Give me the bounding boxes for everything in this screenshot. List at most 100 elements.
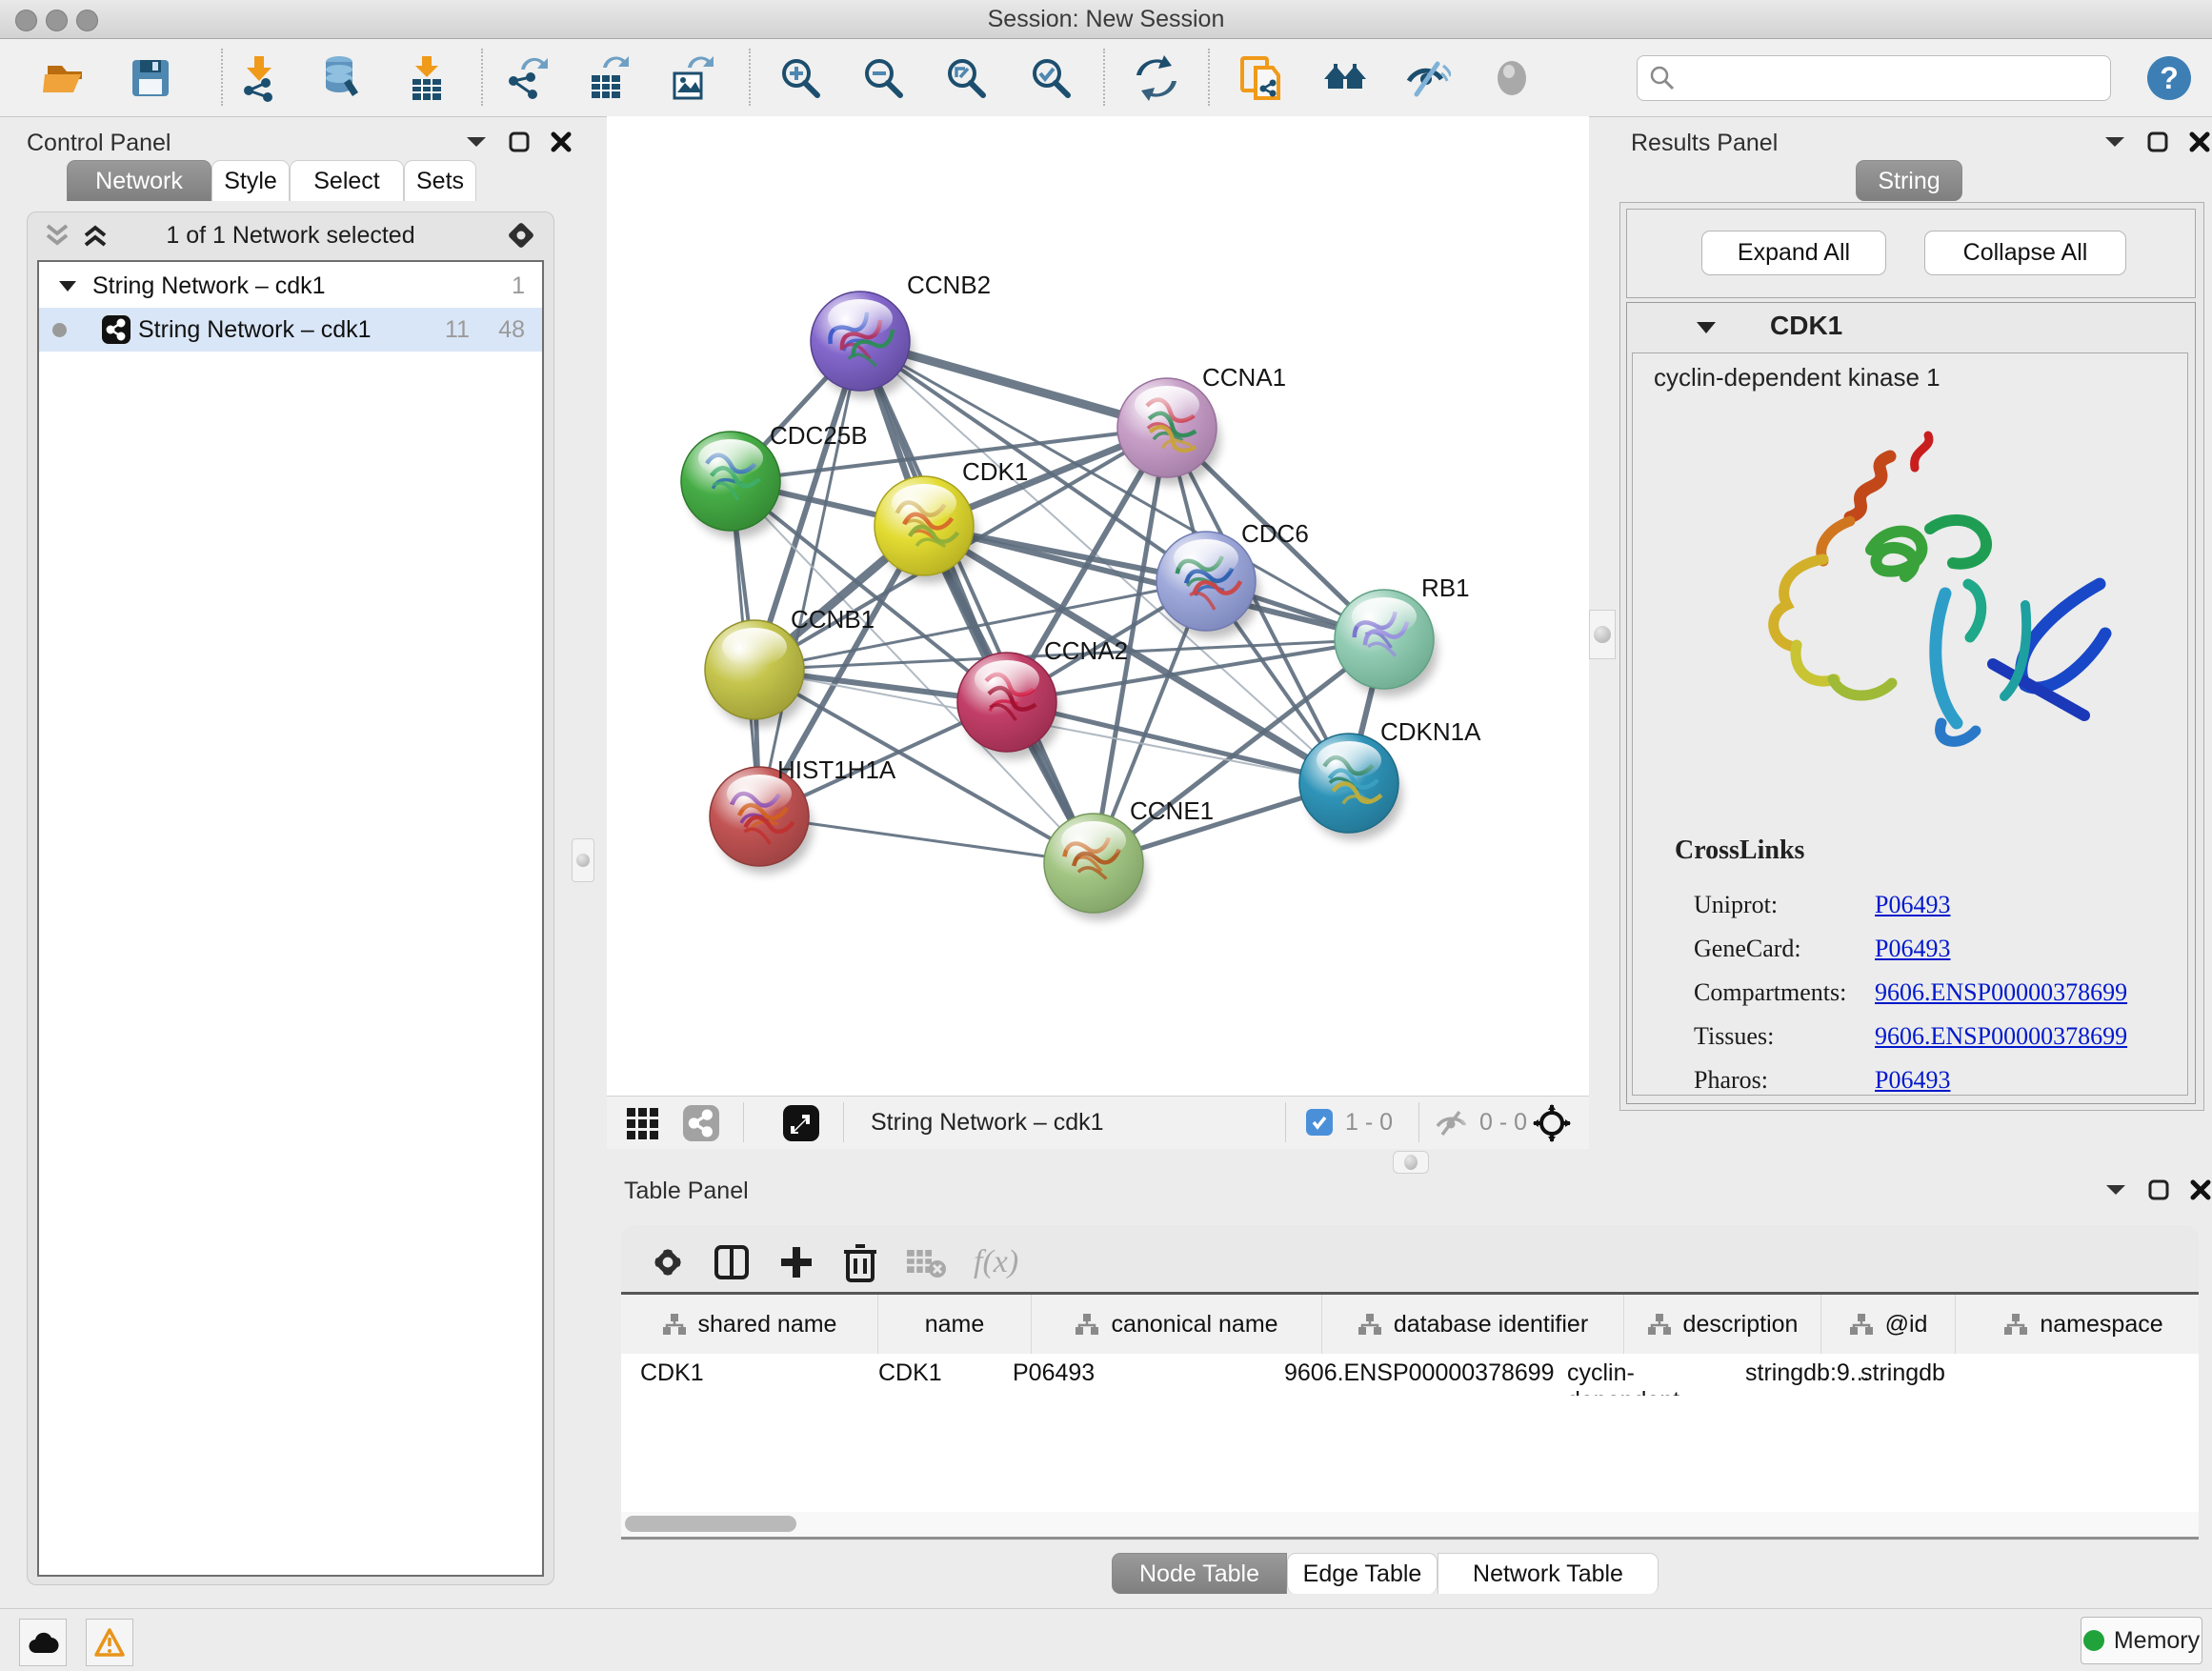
import-network-icon[interactable]: [235, 54, 283, 102]
panel-close-icon[interactable]: [2189, 131, 2210, 152]
network-node-CCNB2[interactable]: CCNB2: [811, 271, 991, 398]
column-header-database-identifier[interactable]: database identifier: [1322, 1295, 1624, 1354]
table-cell[interactable]: stringdb:9...: [1726, 1354, 1841, 1396]
table-gear-icon[interactable]: [650, 1244, 686, 1280]
tab-select[interactable]: Select: [290, 160, 404, 201]
birds-eye-view-button[interactable]: [783, 1105, 819, 1141]
table-cell[interactable]: 9606.ENSP00000378699: [1265, 1354, 1548, 1396]
network-node-HIST1H1A[interactable]: HIST1H1A: [710, 755, 896, 874]
delete-column-icon[interactable]: [842, 1242, 878, 1282]
table-cell[interactable]: CDK1: [859, 1354, 994, 1396]
search-icon: [1649, 65, 1676, 91]
open-session-icon[interactable]: [41, 54, 89, 102]
results-panel-buttons: [2103, 131, 2210, 152]
network-node-CDC6[interactable]: CDC6: [1156, 519, 1309, 638]
cloud-status-button[interactable]: [19, 1619, 67, 1666]
zoom-selected-icon[interactable]: [1027, 54, 1075, 102]
zoom-fit-icon[interactable]: [942, 54, 990, 102]
crosslink-link[interactable]: P06493: [1875, 891, 1950, 919]
column-header-description[interactable]: description: [1624, 1295, 1821, 1354]
table-cell[interactable]: P06493: [994, 1354, 1265, 1396]
table-hscrollbar[interactable]: [621, 1512, 2199, 1540]
network-edge[interactable]: [860, 341, 1094, 863]
tab-style[interactable]: Style: [211, 160, 290, 201]
homes-icon[interactable]: [1321, 54, 1369, 102]
network-status-bar: String Network – cdk1 1 - 0 0 - 0: [607, 1096, 1589, 1149]
network-node-CDC25B[interactable]: CDC25B: [681, 421, 868, 538]
refresh-icon[interactable]: [1133, 54, 1180, 102]
search-input[interactable]: [1637, 55, 2111, 101]
network-tree-root-row[interactable]: String Network – cdk1 1: [39, 264, 542, 308]
tab-node-table[interactable]: Node Table: [1112, 1553, 1287, 1594]
table-cell[interactable]: CDK1: [621, 1354, 859, 1396]
grid-view-icon[interactable]: [626, 1107, 660, 1139]
network-node-CDK1[interactable]: CDK1: [875, 457, 1028, 583]
tree-expander-icon[interactable]: [58, 279, 77, 294]
function-builder-icon[interactable]: f(x): [974, 1244, 1018, 1280]
column-header-namespace[interactable]: namespace: [1956, 1295, 2199, 1354]
table-cell[interactable]: cyclin-dependent ...: [1548, 1354, 1726, 1396]
add-column-icon[interactable]: [777, 1243, 815, 1281]
crosslink-link[interactable]: 9606.ENSP00000378699: [1875, 978, 2127, 1007]
clone-network-icon[interactable]: [1237, 54, 1284, 102]
network-node-CCNA1[interactable]: CCNA1: [1117, 363, 1286, 485]
table-data-row[interactable]: CDK1CDK1P064939606.ENSP00000378699cyclin…: [621, 1354, 2199, 1396]
gear-icon[interactable]: [506, 220, 536, 251]
column-header-@id[interactable]: @id: [1821, 1295, 1956, 1354]
selected-checkbox[interactable]: [1306, 1109, 1333, 1136]
zoom-in-icon[interactable]: [776, 54, 824, 102]
help-icon[interactable]: ?: [2145, 54, 2193, 102]
zoom-out-icon[interactable]: [859, 54, 907, 102]
network-graph[interactable]: CCNB2CCNA1CDC25BCDK1CDC6RB1CCNB1CCNA2CDK…: [607, 116, 1589, 1096]
fit-content-icon[interactable]: [1533, 1104, 1571, 1142]
section-expander-icon[interactable]: [1696, 320, 1717, 336]
warnings-button[interactable]: [86, 1619, 133, 1666]
expand-all-button[interactable]: Expand All: [1701, 231, 1886, 275]
crosslink-link[interactable]: 9606.ENSP00000378699: [1875, 1022, 2127, 1051]
left-splitter-grip[interactable]: [572, 838, 594, 882]
tab-network-table[interactable]: Network Table: [1438, 1553, 1659, 1594]
section-title: CDK1: [1770, 311, 1842, 341]
column-header-shared-name[interactable]: shared name: [621, 1295, 878, 1354]
tab-string[interactable]: String: [1856, 160, 1962, 201]
column-header-canonical-name[interactable]: canonical name: [1032, 1295, 1322, 1354]
network-node-RB1[interactable]: RB1: [1335, 574, 1470, 696]
column-header-name[interactable]: name: [878, 1295, 1032, 1354]
import-table-icon[interactable]: [403, 54, 451, 102]
show-columns-icon[interactable]: [713, 1243, 751, 1281]
table-hscrollbar-thumb[interactable]: [625, 1516, 796, 1532]
crosslink-link[interactable]: P06493: [1875, 935, 1950, 963]
panel-float-icon[interactable]: [2147, 131, 2168, 152]
bottom-splitter-grip[interactable]: [1393, 1151, 1429, 1174]
panel-float-icon[interactable]: [509, 131, 530, 152]
save-session-icon[interactable]: [127, 54, 174, 102]
memory-button[interactable]: Memory: [2081, 1617, 2202, 1664]
panel-menu-icon[interactable]: [2104, 1181, 2127, 1198]
hide-selected-icon[interactable]: [1403, 54, 1451, 102]
crosslink-link[interactable]: P06493: [1875, 1066, 1950, 1095]
panel-float-icon[interactable]: [2148, 1179, 2169, 1200]
network-tree-child-row[interactable]: String Network – cdk1 11 48: [39, 308, 542, 352]
table-cell[interactable]: stringdb: [1841, 1354, 2079, 1396]
panel-close-icon[interactable]: [2190, 1179, 2211, 1200]
crosslinks-title: CrossLinks: [1675, 836, 1804, 866]
tab-edge-table[interactable]: Edge Table: [1287, 1553, 1438, 1594]
export-image-icon[interactable]: [667, 54, 714, 102]
export-network-icon[interactable]: [502, 54, 550, 102]
crosslink-row: Compartments:9606.ENSP00000378699: [1671, 971, 2166, 1015]
import-database-icon[interactable]: [315, 54, 363, 102]
panel-menu-icon[interactable]: [2103, 133, 2126, 151]
tab-sets[interactable]: Sets: [404, 160, 476, 201]
network-edge[interactable]: [759, 341, 860, 816]
show-all-icon[interactable]: [1488, 54, 1536, 102]
delete-table-icon[interactable]: [905, 1246, 947, 1278]
tab-network[interactable]: Network: [67, 160, 211, 201]
status-bar: Memory: [0, 1608, 2212, 1671]
export-table-icon[interactable]: [584, 54, 632, 102]
crosslink-row: GeneCard:P06493: [1671, 927, 2166, 971]
node-label: CCNB2: [907, 271, 991, 299]
collapse-all-button[interactable]: Collapse All: [1924, 231, 2126, 275]
network-view-icon[interactable]: [683, 1105, 719, 1141]
panel-menu-icon[interactable]: [465, 133, 488, 151]
panel-close-icon[interactable]: [551, 131, 572, 152]
